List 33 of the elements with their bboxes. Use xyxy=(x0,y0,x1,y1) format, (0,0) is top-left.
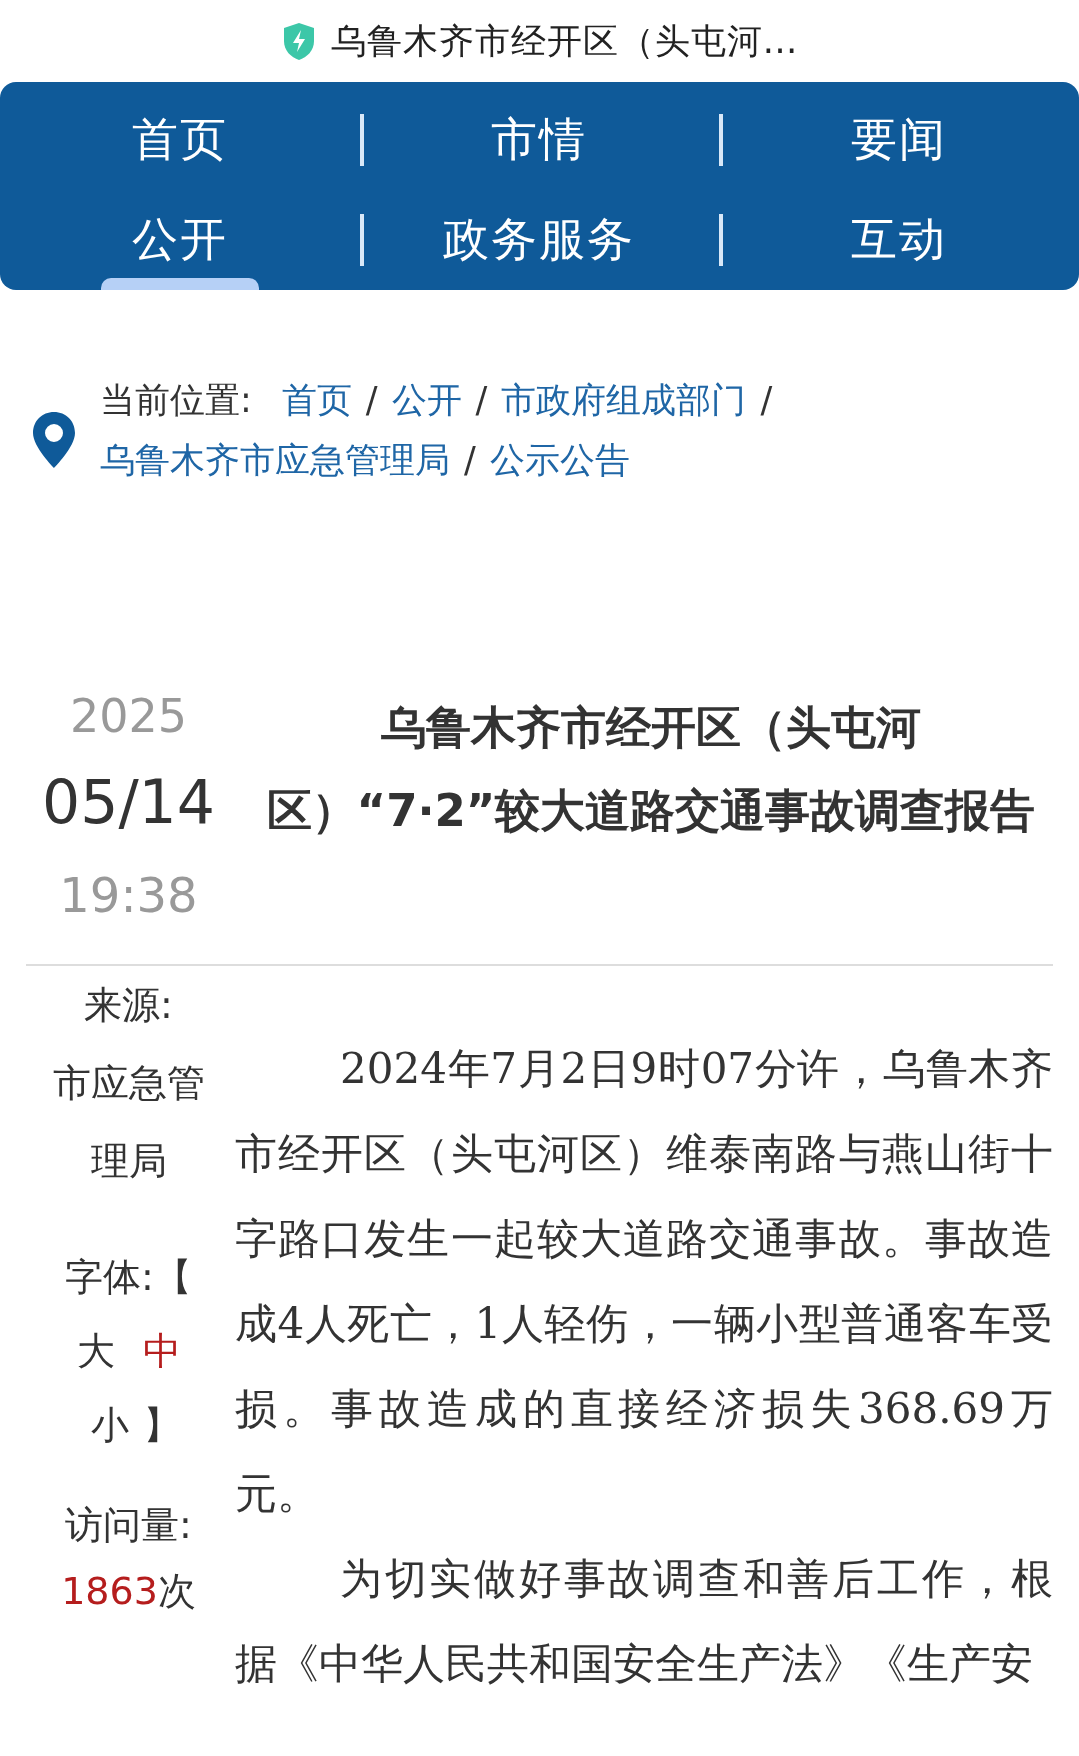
source-label: 来源: xyxy=(83,982,174,1029)
breadcrumb-separator: / xyxy=(464,440,476,480)
breadcrumb-separator: / xyxy=(760,380,773,420)
breadcrumb-separator: / xyxy=(365,380,378,420)
nav-tab[interactable]: 政务服务 xyxy=(443,199,636,281)
breadcrumb-link[interactable]: 市政府组成部门 xyxy=(501,380,747,420)
nav-tab[interactable]: 首页 xyxy=(131,99,228,181)
nav-tab[interactable]: 互动 xyxy=(851,199,948,281)
page-title: 乌鲁木齐市经开区（头屯河… xyxy=(330,19,799,63)
font-size-option[interactable]: 中 xyxy=(142,1329,181,1373)
font-size-option[interactable]: 大 xyxy=(76,1329,115,1373)
breadcrumb-label: 当前位置: xyxy=(100,380,252,420)
publish-date: 05/14 xyxy=(42,766,215,839)
nav-tab[interactable]: 公开 xyxy=(131,199,228,281)
location-pin-icon xyxy=(30,410,78,470)
views-label: 访问量: xyxy=(64,1502,193,1549)
views-count: 1863次 xyxy=(61,1568,196,1615)
source-value: 市应急管理局 xyxy=(51,1060,206,1185)
breadcrumb-link[interactable]: 首页 xyxy=(281,380,352,420)
nav-tab[interactable]: 要闻 xyxy=(851,99,948,181)
bracket: 】 xyxy=(142,1403,181,1447)
breadcrumb-link[interactable]: 公示公告 xyxy=(489,440,630,480)
body-paragraph: 2024年7月2日9时07分许，乌鲁木齐市经开区（头屯河区）维泰南路与燕山街十字路口发生一起较大道路交通事故。事故造成4人死亡，1人轻伤，一辆小型普通客车受损。事故造成的直接经济损失368.69万元。 xyxy=(235,1043,1053,1520)
body-paragraph: 为切实做好事故调查和善后工作，根据《中华人民共和国安全生产法》《生产安 xyxy=(235,1553,1053,1690)
font-size-option[interactable]: 小 xyxy=(90,1403,129,1447)
breadcrumb-link[interactable]: 乌鲁木齐市应急管理局 xyxy=(100,440,450,480)
breadcrumb-link[interactable]: 公开 xyxy=(391,380,462,420)
article-title: 乌鲁木齐市经开区（头屯河区）“7·2”较大道路交通事故调查报告 xyxy=(265,700,1037,839)
breadcrumb-separator: / xyxy=(475,380,488,420)
font-size-label: 字体:【 xyxy=(64,1254,193,1301)
nav-tab[interactable]: 市情 xyxy=(491,99,588,181)
publish-time: 19:38 xyxy=(59,866,198,925)
publish-year: 2025 xyxy=(69,688,188,745)
